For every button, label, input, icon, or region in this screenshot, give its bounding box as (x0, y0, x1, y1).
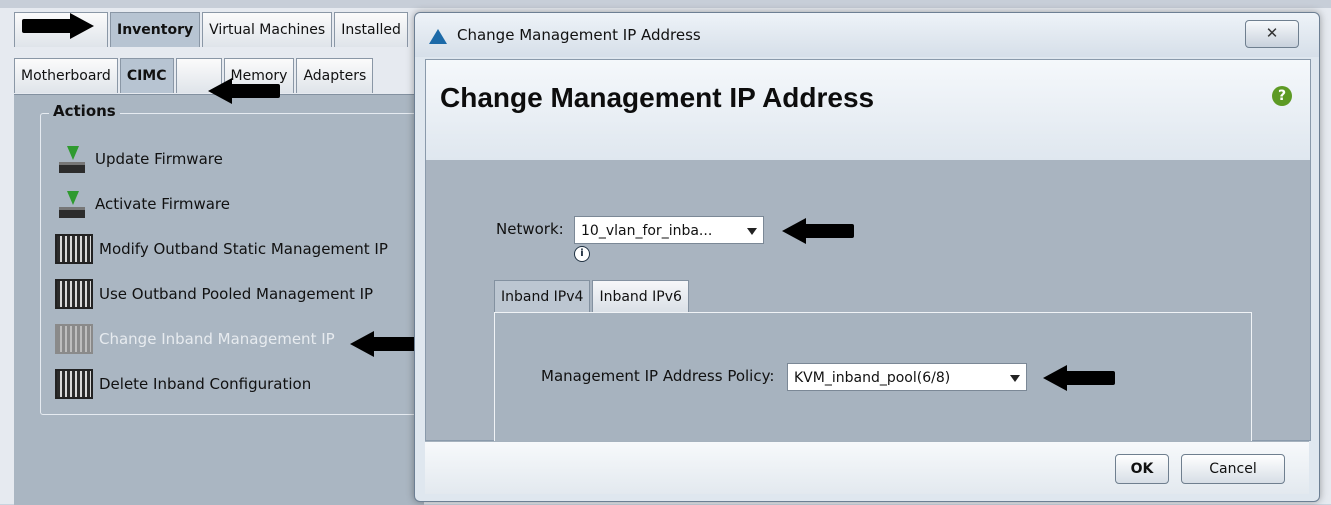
server-icon (55, 279, 93, 309)
ip-version-tabs: Inband IPv4 Inband IPv6 (494, 280, 691, 313)
tab-cimc[interactable]: CIMC (119, 58, 174, 93)
dialog-footer: OK Cancel (425, 441, 1309, 494)
policy-select[interactable]: KVM_inband_pool(6/8) (787, 363, 1027, 391)
action-delete-inband-config[interactable]: Delete Inband Configuration (55, 369, 311, 399)
server-icon (55, 369, 93, 399)
tab-motherboard[interactable]: Motherboard (14, 58, 118, 93)
policy-select-value: KVM_inband_pool(6/8) (794, 370, 951, 386)
close-button[interactable]: ✕ (1245, 20, 1299, 48)
info-icon: i (574, 246, 590, 262)
actions-title: Actions (49, 102, 120, 120)
sub-tab-bar: Motherboard CIMC Memory Adapters (14, 58, 375, 93)
cancel-button[interactable]: Cancel (1181, 454, 1285, 484)
action-activate-firmware[interactable]: Activate Firmware (55, 189, 230, 219)
policy-label: Management IP Address Policy: (541, 367, 775, 385)
dialog-header: Change Management IP Address ? (426, 60, 1310, 160)
firmware-icon (55, 191, 89, 218)
annotation-arrow-icon (22, 13, 94, 39)
network-select[interactable]: 10_vlan_for_inba... (574, 216, 764, 244)
action-modify-outband-static-ip[interactable]: Modify Outband Static Management IP (55, 234, 388, 264)
actions-group: Actions Update Firmware Activate Firmwar… (40, 102, 422, 415)
tab-installed[interactable]: Installed (334, 12, 408, 47)
server-icon (55, 234, 93, 264)
action-use-outband-pooled-ip[interactable]: Use Outband Pooled Management IP (55, 279, 373, 309)
annotation-arrow-icon (1043, 365, 1115, 391)
change-management-ip-dialog: Change Management IP Address ✕ Change Ma… (414, 12, 1320, 502)
action-label: Use Outband Pooled Management IP (99, 285, 374, 303)
ok-button[interactable]: OK (1115, 454, 1169, 484)
action-label: Delete Inband Configuration (99, 375, 312, 393)
dialog-heading: Change Management IP Address (440, 82, 875, 113)
chevron-down-icon (747, 228, 757, 235)
tab-inband-ipv4[interactable]: Inband IPv4 (494, 280, 591, 313)
chevron-down-icon (1010, 375, 1020, 382)
tab-adapters[interactable]: Adapters (296, 58, 374, 93)
network-label: Network: (496, 220, 564, 238)
tab-inband-ipv6[interactable]: Inband IPv6 (592, 280, 689, 313)
network-select-value: 10_vlan_for_inba... (581, 223, 713, 239)
top-border (0, 0, 1331, 8)
help-icon[interactable]: ? (1272, 86, 1292, 106)
action-label: Change Inband Management IP (99, 330, 335, 348)
action-label: Modify Outband Static Management IP (99, 240, 388, 258)
firmware-icon (55, 146, 89, 173)
dialog-titlebar[interactable]: Change Management IP Address ✕ (415, 13, 1319, 57)
tab-virtual-machines[interactable]: Virtual Machines (202, 12, 333, 47)
annotation-arrow-icon (782, 218, 854, 244)
annotation-arrow-icon (350, 331, 422, 357)
app-logo-icon (429, 29, 447, 44)
inband-ipv4-panel: Management IP Address Policy: KVM_inband… (494, 312, 1252, 441)
cimc-panel: Actions Update Firmware Activate Firmwar… (14, 94, 424, 505)
dialog-body: Change Management IP Address ? Network: … (425, 59, 1311, 441)
annotation-arrow-icon (208, 78, 280, 104)
server-icon (55, 324, 93, 354)
action-update-firmware[interactable]: Update Firmware (55, 144, 223, 174)
tab-inventory[interactable]: Inventory (110, 12, 201, 47)
dialog-window-title: Change Management IP Address (457, 26, 701, 44)
action-label: Update Firmware (95, 150, 223, 168)
action-label: Activate Firmware (95, 195, 230, 213)
action-change-inband-ip[interactable]: Change Inband Management IP (55, 324, 335, 354)
